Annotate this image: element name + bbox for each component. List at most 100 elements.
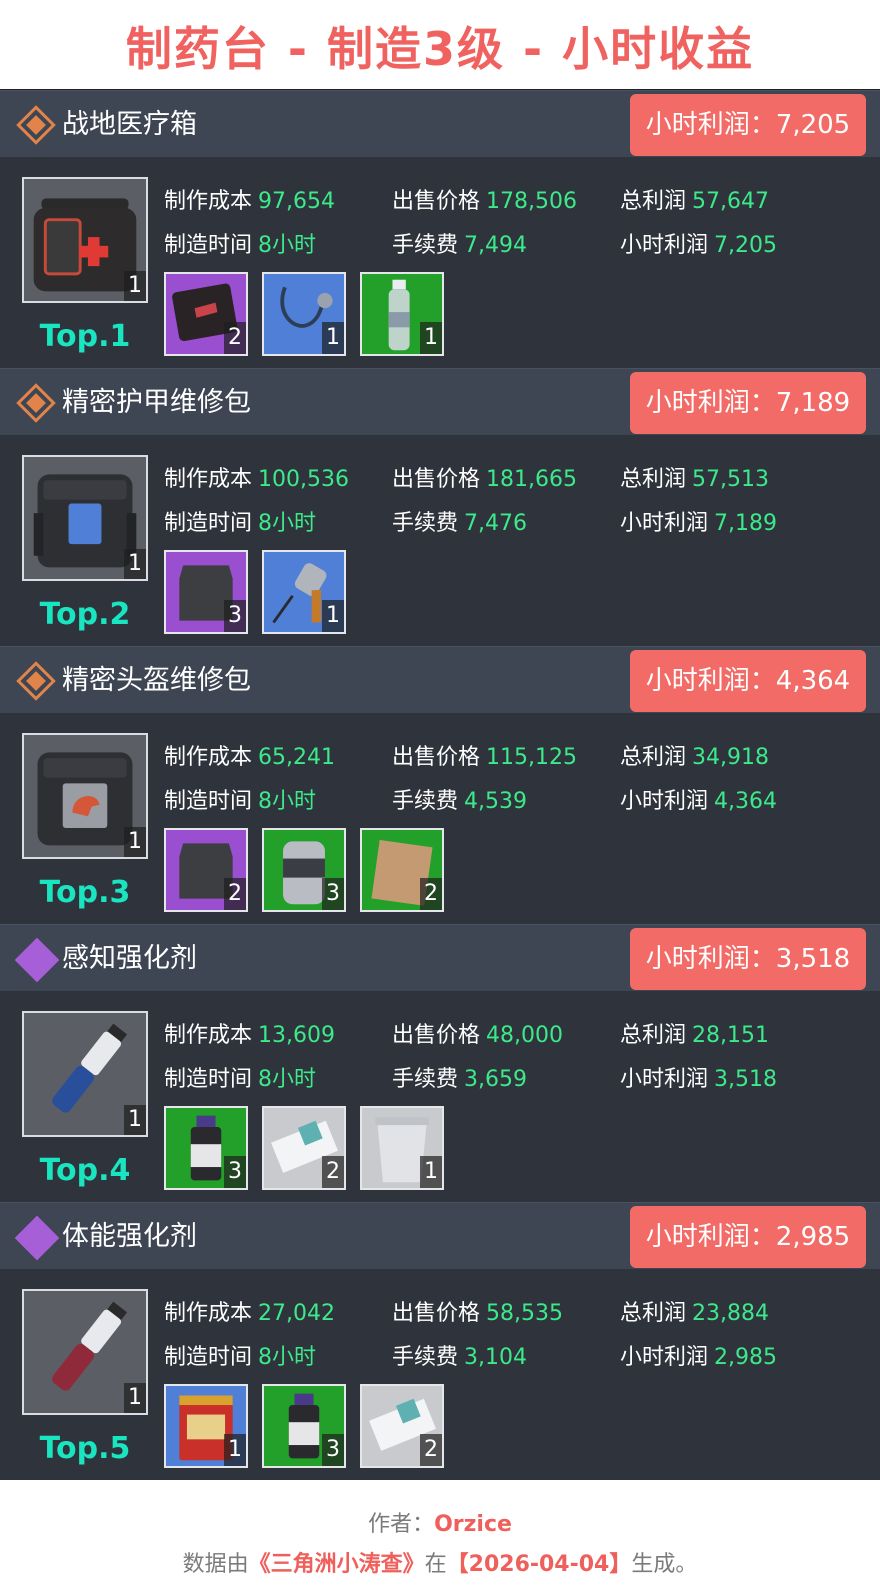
fee: 手续费 4,539 <box>392 789 527 814</box>
water-bottle-icon[interactable]: 1 <box>360 272 444 356</box>
source-name: 《三角洲小涛查》 <box>248 1552 425 1577</box>
material-quantity: 3 <box>224 1156 246 1188</box>
rank-label: Top.5 <box>39 1431 131 1466</box>
purple-clover-icon <box>14 1215 60 1261</box>
recipe-card[interactable]: 精密护甲维修包 小时利润：7,189 1 Top.2 制作成本 100,536 制… <box>0 368 880 646</box>
recipe-card[interactable]: 体能强化剂 小时利润：2,985 1 Top.5 制作成本 27,042 制造时间… <box>0 1202 880 1480</box>
material-quantity: 2 <box>224 878 246 910</box>
orange-diamond-icon <box>16 661 56 701</box>
hourly-profit-badge: 小时利润：2,985 <box>630 1206 866 1268</box>
card-header: 精密头盔维修包 小时利润：4,364 <box>0 646 880 713</box>
yogurt-cup-icon[interactable]: 1 <box>360 1106 444 1190</box>
material-quantity: 2 <box>322 1156 344 1188</box>
recipe-card[interactable]: 感知强化剂 小时利润：3,518 1 Top.4 制作成本 13,609 制造时间… <box>0 924 880 1202</box>
material-quantity: 2 <box>420 878 442 910</box>
medicine-vial-icon[interactable]: 3 <box>262 1384 346 1468</box>
hourly-profit: 小时利润 4,364 <box>620 789 777 814</box>
rank-label: Top.1 <box>39 319 131 354</box>
helmet-repair-kit-icon[interactable]: 1 <box>22 733 148 859</box>
sweet-tea-tin-icon[interactable]: 1 <box>164 1384 248 1468</box>
hourly-profit: 小时利润 7,189 <box>620 511 777 536</box>
rank-label: Top.4 <box>39 1153 131 1188</box>
craft-time: 制造时间 8小时 <box>164 1067 317 1092</box>
author-label: 作者： <box>368 1512 435 1537</box>
source-suffix: 生成。 <box>631 1552 698 1577</box>
recipe-card[interactable]: 精密头盔维修包 小时利润：4,364 1 Top.3 制作成本 65,241 制造… <box>0 646 880 924</box>
sell-price: 出售价格 181,665 <box>392 467 577 492</box>
hourly-profit-badge: 小时利润：7,189 <box>630 372 866 434</box>
material-quantity: 2 <box>420 1434 442 1466</box>
footer: 作者：Orzice 数据由《三角洲小涛查》在【2026-04-04】生成。 <box>0 1480 880 1578</box>
card-header: 体能强化剂 小时利润：2,985 <box>0 1202 880 1269</box>
author-line: 作者：Orzice <box>0 1506 880 1538</box>
craft-time: 制造时间 8小时 <box>164 1345 317 1370</box>
material-quantity: 1 <box>224 1434 246 1466</box>
craft-cost: 制作成本 27,042 <box>164 1301 335 1326</box>
fee: 手续费 7,476 <box>392 511 527 536</box>
material-quantity: 3 <box>322 1434 344 1466</box>
craft-cost: 制作成本 100,536 <box>164 467 349 492</box>
item-name: 感知强化剂 <box>62 943 197 974</box>
source-mid: 在 <box>424 1552 447 1577</box>
test-strip-icon[interactable]: 2 <box>262 1106 346 1190</box>
material-quantity: 1 <box>322 322 344 354</box>
orange-diamond-icon <box>16 105 56 145</box>
item-quantity: 1 <box>124 1105 146 1135</box>
item-quantity: 1 <box>124 549 146 579</box>
author-name: Orzice <box>434 1512 512 1537</box>
total-profit: 总利润 57,647 <box>620 189 769 214</box>
total-profit: 总利润 23,884 <box>620 1301 769 1326</box>
wood-plank-icon[interactable]: 2 <box>360 828 444 912</box>
card-header: 战地医疗箱 小时利润：7,205 <box>0 90 880 157</box>
material-quantity: 3 <box>322 878 344 910</box>
craft-time: 制造时间 8小时 <box>164 511 317 536</box>
recipe-card[interactable]: 战地医疗箱 小时利润：7,205 1 Top.1 制作成本 97,654 制造时间… <box>0 90 880 368</box>
stethoscope-icon[interactable]: 1 <box>262 272 346 356</box>
power-drill-icon[interactable]: 1 <box>262 550 346 634</box>
armor-plate-icon[interactable]: 3 <box>164 550 248 634</box>
test-strip-icon[interactable]: 2 <box>360 1384 444 1468</box>
material-quantity: 1 <box>420 1156 442 1188</box>
card-header: 感知强化剂 小时利润：3,518 <box>0 924 880 991</box>
material-quantity: 1 <box>420 322 442 354</box>
hourly-profit-badge: 小时利润：4,364 <box>630 650 866 712</box>
injector-icon[interactable]: 1 <box>22 1289 148 1415</box>
armor-repair-kit-icon[interactable]: 1 <box>22 455 148 581</box>
total-profit: 总利润 28,151 <box>620 1023 769 1048</box>
generated-date: 【2026-04-04】 <box>446 1552 632 1577</box>
sell-price: 出售价格 58,535 <box>392 1301 563 1326</box>
fee: 手续费 3,659 <box>392 1067 527 1092</box>
card-header: 精密护甲维修包 小时利润：7,189 <box>0 368 880 435</box>
first-aid-kit-icon[interactable]: 1 <box>22 177 148 303</box>
hourly-profit: 小时利润 7,205 <box>620 233 777 258</box>
material-quantity: 1 <box>322 600 344 632</box>
item-name: 战地医疗箱 <box>62 109 197 140</box>
source-line: 数据由《三角洲小涛查》在【2026-04-04】生成。 <box>0 1546 880 1578</box>
injector-icon[interactable]: 1 <box>22 1011 148 1137</box>
source-prefix: 数据由 <box>182 1552 249 1577</box>
craft-cost: 制作成本 13,609 <box>164 1023 335 1048</box>
fee: 手续费 3,104 <box>392 1345 527 1370</box>
total-profit: 总利润 57,513 <box>620 467 769 492</box>
item-quantity: 1 <box>124 827 146 857</box>
material-quantity: 2 <box>224 322 246 354</box>
item-name: 精密头盔维修包 <box>62 665 251 696</box>
recipe-list: 战地医疗箱 小时利润：7,205 1 Top.1 制作成本 97,654 制造时间… <box>0 89 880 1480</box>
sell-price: 出售价格 115,125 <box>392 745 577 770</box>
hourly-profit-badge: 小时利润：7,205 <box>630 94 866 156</box>
sell-price: 出售价格 178,506 <box>392 189 577 214</box>
medicine-vial-icon[interactable]: 3 <box>164 1106 248 1190</box>
armor-plate-icon[interactable]: 2 <box>164 828 248 912</box>
item-name: 精密护甲维修包 <box>62 387 251 418</box>
page-title: 制药台 - 制造3级 - 小时收益 <box>125 22 755 76</box>
item-quantity: 1 <box>124 271 146 301</box>
hourly-profit: 小时利润 3,518 <box>620 1067 777 1092</box>
item-quantity: 1 <box>124 1383 146 1413</box>
material-quantity: 3 <box>224 600 246 632</box>
gas-canister-icon[interactable]: 3 <box>262 828 346 912</box>
orange-diamond-icon <box>16 383 56 423</box>
ifak-pouch-icon[interactable]: 2 <box>164 272 248 356</box>
rank-label: Top.2 <box>39 597 131 632</box>
total-profit: 总利润 34,918 <box>620 745 769 770</box>
craft-time: 制造时间 8小时 <box>164 233 317 258</box>
